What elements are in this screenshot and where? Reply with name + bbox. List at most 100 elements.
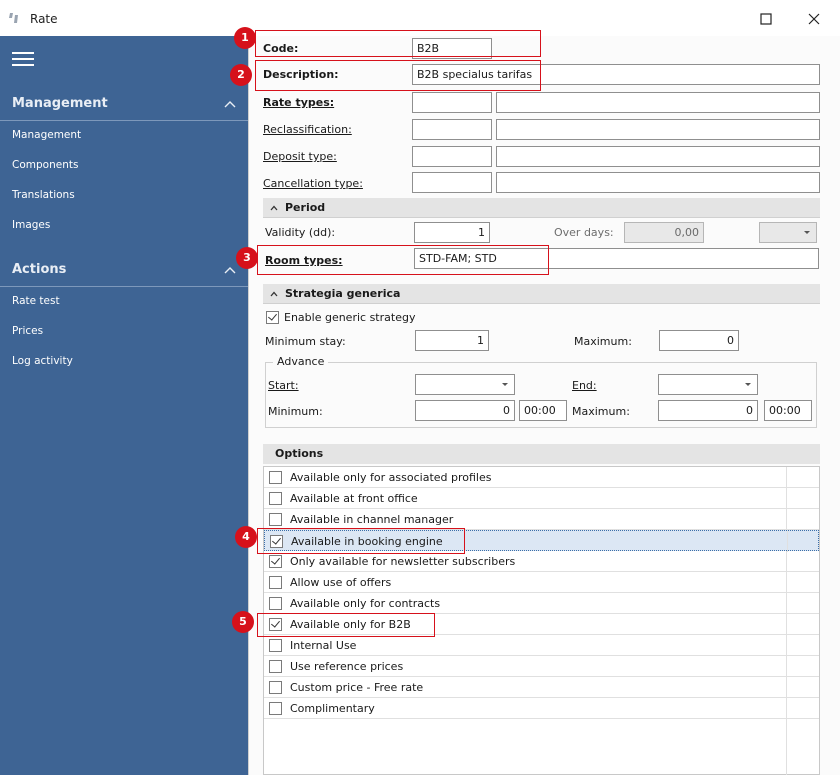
maximize-icon <box>760 13 772 25</box>
over-days-combo[interactable] <box>759 222 817 243</box>
sidebar-item-prices[interactable]: Prices <box>12 325 43 337</box>
rate-types-description-input[interactable] <box>496 92 820 113</box>
annotation-badge: 5 <box>232 611 254 633</box>
option-label: Available in channel manager <box>290 513 454 526</box>
sidebar-item-translations[interactable]: Translations <box>12 189 75 201</box>
option-checkbox[interactable] <box>269 513 282 526</box>
rate-form: Code: B2B Description: B2B specialus tar… <box>248 36 840 775</box>
sidebar-section-actions[interactable]: Actions <box>12 262 66 277</box>
option-row[interactable]: Internal Use <box>264 635 819 656</box>
chevron-up-icon[interactable] <box>224 265 236 275</box>
advance-maximum-time-input[interactable]: 00:00 <box>764 400 812 421</box>
grid-column-separator <box>786 488 787 509</box>
option-checkbox[interactable] <box>269 660 282 673</box>
option-row[interactable]: Complimentary <box>264 698 819 719</box>
enable-generic-strategy-label: Enable generic strategy <box>284 311 416 324</box>
cancellation-type-code-input[interactable] <box>412 172 492 193</box>
sidebar-item-images[interactable]: Images <box>12 219 50 231</box>
end-combo[interactable] <box>658 374 758 395</box>
close-button[interactable] <box>796 6 832 32</box>
annotation-badge: 3 <box>236 247 258 269</box>
period-title: Period <box>285 201 326 214</box>
maximum-stay-label: Maximum: <box>574 335 632 348</box>
option-label: Available at front office <box>290 492 418 505</box>
reclassification-description-input[interactable] <box>496 119 820 140</box>
deposit-type-code-input[interactable] <box>412 146 492 167</box>
sidebar-item-log-activity[interactable]: Log activity <box>12 355 73 367</box>
sidebar-section-management[interactable]: Management <box>12 96 108 111</box>
option-checkbox[interactable] <box>269 639 282 652</box>
end-label[interactable]: End: <box>572 379 597 392</box>
option-label: Custom price - Free rate <box>290 681 424 694</box>
grid-column-separator <box>786 551 787 572</box>
option-row[interactable]: Only available for newsletter subscriber… <box>264 551 819 572</box>
grid-column-separator <box>786 467 787 488</box>
option-label: Available only for associated profiles <box>290 471 492 484</box>
grid-column-separator <box>786 719 787 775</box>
grid-column-separator <box>786 635 787 656</box>
grid-column-separator <box>786 593 787 614</box>
cancellation-type-description-input[interactable] <box>496 172 820 193</box>
sidebar-item-components[interactable]: Components <box>12 159 78 171</box>
sidebar-item-rate-test[interactable]: Rate test <box>12 295 60 307</box>
reclassification-label[interactable]: Reclassification: <box>263 123 352 136</box>
annotation-box-description <box>255 60 541 91</box>
option-checkbox[interactable] <box>269 576 282 589</box>
option-checkbox[interactable] <box>269 681 282 694</box>
option-row[interactable]: Custom price - Free rate <box>264 677 819 698</box>
grid-column-separator <box>786 614 787 635</box>
advance-maximum-label: Maximum: <box>572 405 630 418</box>
option-row[interactable]: Use reference prices <box>264 656 819 677</box>
period-section-header[interactable]: Period <box>263 198 820 218</box>
option-checkbox[interactable] <box>269 471 282 484</box>
validity-input[interactable]: 1 <box>414 222 490 243</box>
annotation-box-b2b <box>257 613 435 637</box>
deposit-type-label[interactable]: Deposit type: <box>263 150 337 163</box>
check-icon <box>268 311 277 321</box>
maximum-stay-input[interactable]: 0 <box>659 330 739 351</box>
advance-minimum-input[interactable]: 0 <box>415 400 515 421</box>
option-row[interactable]: Available only for associated profiles <box>264 467 819 488</box>
grid-column-separator <box>787 531 788 552</box>
option-label: Internal Use <box>290 639 357 652</box>
option-checkbox[interactable] <box>269 597 282 610</box>
rate-types-code-input[interactable] <box>412 92 492 113</box>
sidebar-divider <box>0 286 248 287</box>
option-row[interactable]: Available in channel manager <box>264 509 819 530</box>
cancellation-type-label[interactable]: Cancellation type: <box>263 177 363 190</box>
options-header: Options <box>263 444 820 464</box>
chevron-down-icon <box>502 383 508 386</box>
option-label: Use reference prices <box>290 660 404 673</box>
chevron-up-icon[interactable] <box>224 99 236 109</box>
sidebar-item-management[interactable]: Management <box>12 129 81 141</box>
option-row[interactable]: Allow use of offers <box>264 572 819 593</box>
chevron-up-icon <box>270 205 278 211</box>
over-days-label: Over days: <box>554 226 614 239</box>
annotation-badge: 1 <box>234 27 256 49</box>
option-checkbox[interactable] <box>269 492 282 505</box>
validity-label: Validity (dd): <box>265 226 336 239</box>
minimum-stay-input[interactable]: 1 <box>415 330 489 351</box>
advance-minimum-time-input[interactable]: 00:00 <box>519 400 567 421</box>
option-checkbox[interactable] <box>269 555 282 568</box>
start-combo[interactable] <box>415 374 515 395</box>
sidebar: Management Management Components Transla… <box>0 36 248 775</box>
option-label: Complimentary <box>290 702 375 715</box>
option-checkbox[interactable] <box>269 702 282 715</box>
advance-maximum-input[interactable]: 0 <box>658 400 758 421</box>
deposit-type-description-input[interactable] <box>496 146 820 167</box>
maximize-button[interactable] <box>748 6 784 32</box>
strategy-title: Strategia generica <box>285 287 401 300</box>
over-days-input[interactable]: 0,00 <box>624 222 704 243</box>
annotation-box-booking-engine <box>257 528 465 554</box>
enable-generic-strategy-checkbox[interactable] <box>266 311 279 324</box>
rate-types-label[interactable]: Rate types: <box>263 96 334 109</box>
option-row[interactable]: Available only for contracts <box>264 593 819 614</box>
option-row[interactable]: Available at front office <box>264 488 819 509</box>
annotation-badge: 4 <box>235 526 257 548</box>
hamburger-icon[interactable] <box>12 52 34 68</box>
reclassification-code-input[interactable] <box>412 119 492 140</box>
strategy-section-header[interactable]: Strategia generica <box>263 284 820 304</box>
annotation-box-room-types <box>257 245 549 275</box>
start-label[interactable]: Start: <box>268 379 299 392</box>
